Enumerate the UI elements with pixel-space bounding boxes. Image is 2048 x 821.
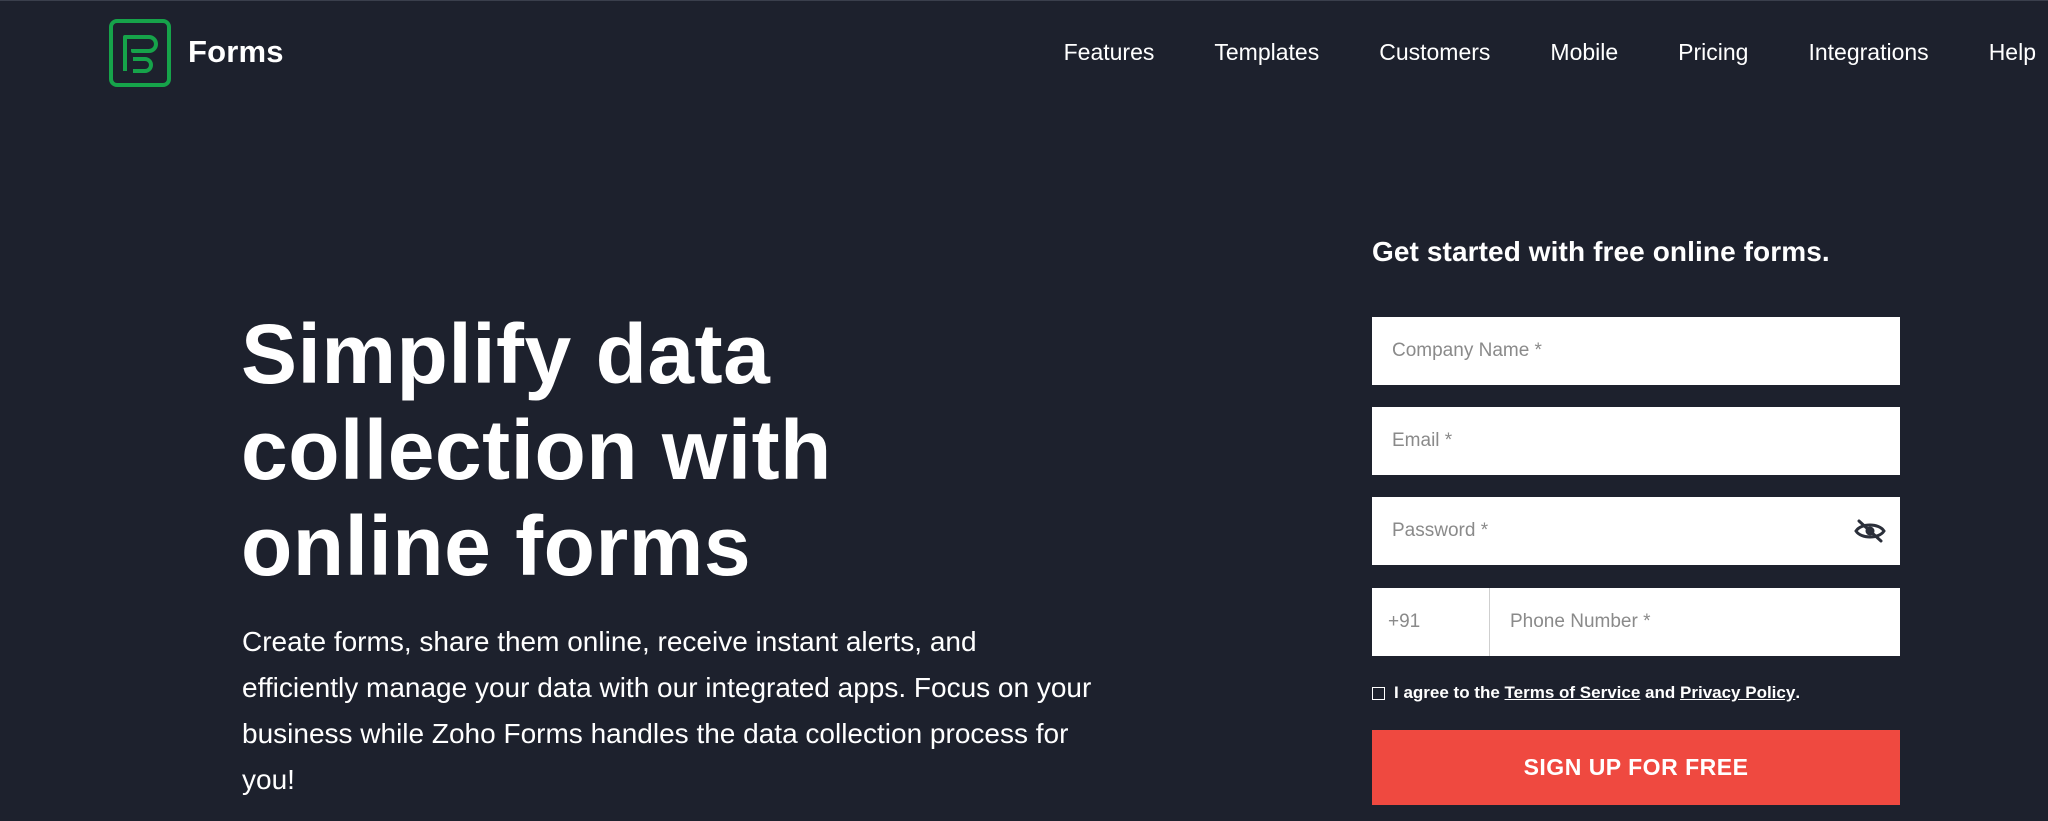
phone-number-input[interactable] bbox=[1490, 588, 1900, 656]
agree-and: and bbox=[1645, 683, 1676, 702]
hero-title-line: collection with bbox=[241, 403, 832, 497]
agree-checkbox[interactable] bbox=[1372, 686, 1385, 700]
signup-form: Get started with free online forms. +91 … bbox=[1372, 230, 1900, 805]
nav-mobile[interactable]: Mobile bbox=[1550, 36, 1618, 68]
hero-title-line: online forms bbox=[241, 499, 752, 593]
terms-agreement: I agree to the Terms of Service and Priv… bbox=[1372, 680, 1800, 706]
hero-title: Simplify data collection with online for… bbox=[241, 306, 1001, 594]
hero-description: Create forms, share them online, receive… bbox=[242, 626, 1092, 795]
nav-templates[interactable]: Templates bbox=[1214, 36, 1319, 68]
hero-title-line: Simplify data bbox=[241, 307, 771, 401]
company-name-field bbox=[1372, 317, 1900, 385]
password-input[interactable] bbox=[1372, 497, 1900, 565]
signup-title: Get started with free online forms. bbox=[1372, 236, 1830, 267]
eye-slash-icon[interactable] bbox=[1854, 519, 1886, 543]
country-code-select[interactable]: +91 bbox=[1372, 588, 1490, 656]
sign-up-button[interactable]: SIGN UP FOR FREE bbox=[1372, 730, 1900, 805]
nav-integrations[interactable]: Integrations bbox=[1808, 36, 1928, 68]
agree-suffix: . bbox=[1795, 683, 1801, 702]
nav-help[interactable]: Help bbox=[1989, 36, 2036, 68]
password-field bbox=[1372, 497, 1900, 565]
privacy-policy-link[interactable]: Privacy Policy bbox=[1680, 683, 1795, 703]
company-name-input[interactable] bbox=[1372, 317, 1900, 385]
terms-of-service-link[interactable]: Terms of Service bbox=[1505, 683, 1641, 703]
email-field bbox=[1372, 407, 1900, 475]
brand-name[interactable]: Forms bbox=[188, 32, 284, 72]
site-header: Forms Features Templates Customers Mobil… bbox=[0, 0, 2048, 104]
nav-customers[interactable]: Customers bbox=[1379, 36, 1490, 68]
email-input[interactable] bbox=[1372, 407, 1900, 475]
agree-prefix: I agree to the bbox=[1394, 683, 1500, 702]
nav-features[interactable]: Features bbox=[1064, 36, 1155, 68]
forms-logo-icon[interactable] bbox=[109, 19, 171, 87]
main-nav: Features Templates Customers Mobile Pric… bbox=[1064, 36, 2036, 68]
phone-field: +91 bbox=[1372, 588, 1900, 656]
nav-pricing[interactable]: Pricing bbox=[1678, 36, 1748, 68]
